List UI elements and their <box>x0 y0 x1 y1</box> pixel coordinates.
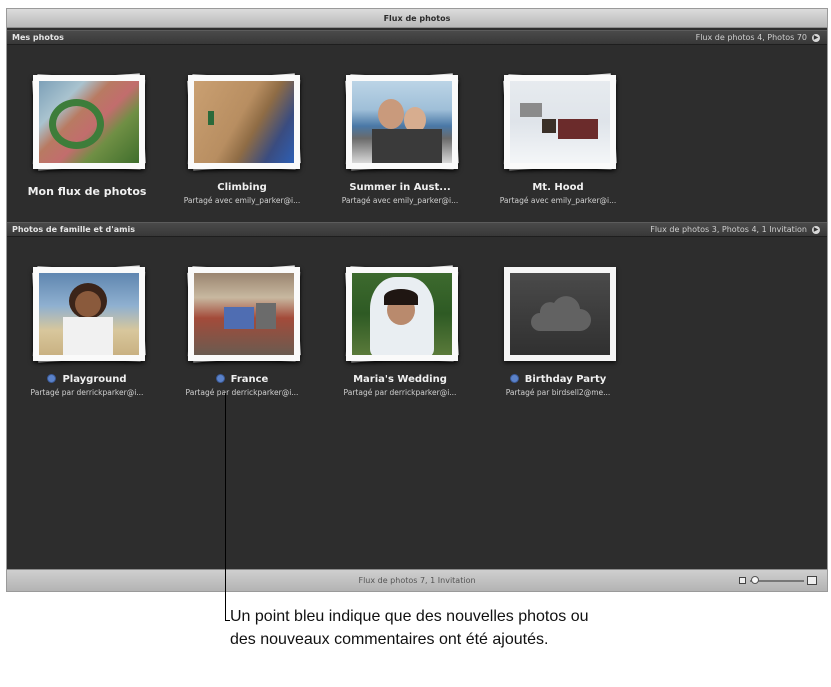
stream-my-photo-stream[interactable]: Mon flux de photos <box>12 71 162 198</box>
stream-climbing[interactable]: Climbing Partagé avec emily_parker@i... <box>167 71 317 205</box>
thumbnail-climbing-photo <box>194 81 294 163</box>
thumbnail-rope-photo <box>39 81 139 163</box>
callout-line <box>225 393 226 621</box>
stream-title-row: France <box>167 374 317 385</box>
large-thumbnail-icon <box>807 576 817 585</box>
status-text: Flux de photos 7, 1 Invitation <box>358 576 476 585</box>
stream-subtitle: Partagé avec emily_parker@i... <box>341 196 459 205</box>
callout-text: Un point bleu indique que des nouvelles … <box>230 608 589 648</box>
stream-title-row: Birthday Party <box>483 374 633 385</box>
thumbnail-france-photo <box>194 273 294 355</box>
stream-title: Climbing <box>217 182 267 193</box>
new-content-dot-icon <box>47 374 57 383</box>
stream-subtitle: Partagé par derrickparker@i... <box>343 388 457 397</box>
cloud-icon <box>531 296 591 331</box>
thumbnail-size-slider[interactable] <box>739 576 819 586</box>
stream-title: Summer in Aust... <box>349 182 451 193</box>
stream-title: Birthday Party <box>524 374 607 385</box>
stream-birthday-party[interactable]: Birthday Party Partagé par birdsell2@me.… <box>483 263 633 397</box>
stream-mt-hood[interactable]: Mt. Hood Partagé avec emily_parker@i... <box>483 71 633 205</box>
thumbnail-wedding-photo <box>352 273 452 355</box>
photo-stream-window: Flux de photos Mes photos Flux de photos… <box>6 8 828 592</box>
stream-subtitle: Partagé par derrickparker@i... <box>30 388 144 397</box>
stream-title-row: Playground <box>12 374 162 385</box>
section-summary: Flux de photos 3, Photos 4, 1 Invitation <box>650 225 807 234</box>
stream-subtitle: Partagé par birdsell2@me... <box>505 388 611 397</box>
slider-knob[interactable] <box>751 576 759 584</box>
status-bar: Flux de photos 7, 1 Invitation <box>7 569 827 591</box>
stream-title: Playground <box>62 374 127 385</box>
section-title: Mes photos <box>12 33 64 42</box>
stream-title: Mon flux de photos <box>27 185 147 198</box>
section-header-my-photos: Mes photos Flux de photos 4, Photos 70 ▶ <box>7 30 827 45</box>
stream-subtitle: Partagé avec emily_parker@i... <box>183 196 301 205</box>
stream-france[interactable]: France Partagé par derrickparker@i... <box>167 263 317 397</box>
thumbnail-cloud-placeholder <box>510 273 610 355</box>
stream-marias-wedding[interactable]: Maria's Wedding Partagé par derrickparke… <box>325 263 475 397</box>
stream-playground[interactable]: Playground Partagé par derrickparker@i..… <box>12 263 162 397</box>
section-summary: Flux de photos 4, Photos 70 <box>695 33 807 42</box>
stream-title: Mt. Hood <box>532 182 584 193</box>
thumbnail-sleigh-photo <box>510 81 610 163</box>
section-title: Photos de famille et d'amis <box>12 225 135 234</box>
arrow-right-icon[interactable]: ▶ <box>812 34 820 42</box>
stream-subtitle: Partagé par derrickparker@i... <box>185 388 299 397</box>
arrow-right-icon[interactable]: ▶ <box>812 226 820 234</box>
section-header-family-friends: Photos de famille et d'amis Flux de phot… <box>7 222 827 237</box>
window-title: Flux de photos <box>7 9 827 28</box>
thumbnail-couple-photo <box>352 81 452 163</box>
new-content-dot-icon <box>509 374 519 383</box>
stream-subtitle: Partagé avec emily_parker@i... <box>499 196 617 205</box>
new-content-dot-icon <box>215 374 225 383</box>
stream-title: Maria's Wedding <box>353 374 447 385</box>
stream-summer-in-australia[interactable]: Summer in Aust... Partagé avec emily_par… <box>325 71 475 205</box>
stream-title: France <box>230 374 269 385</box>
small-thumbnail-icon <box>739 577 746 584</box>
thumbnail-child-photo <box>39 273 139 355</box>
